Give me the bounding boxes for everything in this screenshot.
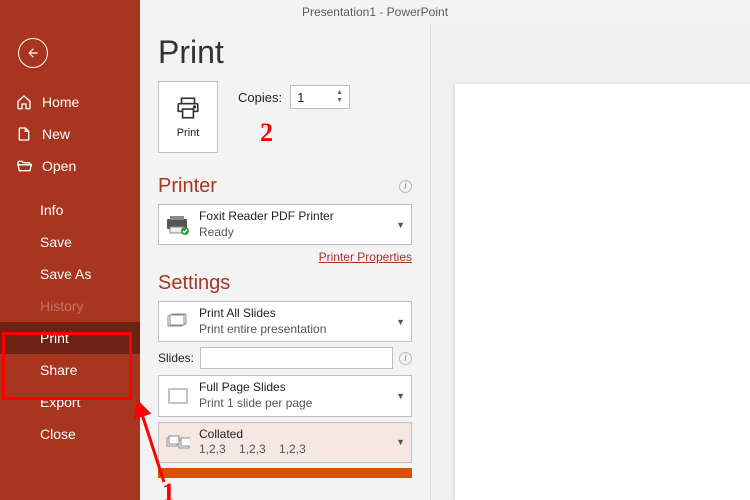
sidebar-label-home: Home [42,94,79,110]
printer-section-title: Printer [158,175,217,198]
printer-icon [173,95,203,121]
printer-status-icon [165,214,191,236]
sidebar-item-print[interactable]: Print [0,322,140,354]
layout-title: Full Page Slides [199,380,388,396]
sidebar-item-new[interactable]: New [0,118,140,150]
print-backstage: Print Print Copies: 1 ▲▼ Printer i [140,0,750,500]
page-heading: Print [158,34,412,71]
layout-selector[interactable]: Full Page Slides Print 1 slide per page … [158,375,412,416]
new-icon [16,126,32,142]
slides-input[interactable] [200,347,393,369]
slides-icon [165,311,191,333]
collate-sub: 1,2,3 1,2,3 1,2,3 [199,442,388,458]
print-range-selector[interactable]: Print All Slides Print entire presentati… [158,301,412,342]
print-button[interactable]: Print [158,81,218,153]
printer-name: Foxit Reader PDF Printer [199,209,388,225]
print-button-label: Print [177,127,200,139]
sidebar-item-save-as[interactable]: Save As [0,258,140,290]
chevron-down-icon: ▼ [396,437,405,447]
slides-label: Slides: [158,351,194,365]
sidebar-item-share[interactable]: Share [0,354,140,386]
printer-properties-link[interactable]: Printer Properties [158,250,412,264]
slides-info-icon[interactable]: i [399,352,412,365]
back-button[interactable] [18,38,48,68]
sidebar-label-open: Open [42,158,76,174]
open-icon [16,158,32,174]
collate-selector[interactable]: Collated 1,2,3 1,2,3 1,2,3 ▼ [158,422,412,463]
window-title: Presentation1 - PowerPoint [0,0,750,24]
sidebar-item-export[interactable]: Export [0,386,140,418]
color-selector-partial[interactable] [158,468,412,478]
sidebar-item-save[interactable]: Save [0,226,140,258]
print-range-sub: Print entire presentation [199,322,388,338]
copies-value: 1 [297,90,304,105]
home-icon [16,94,32,110]
preview-page [455,84,750,500]
chevron-down-icon: ▼ [396,391,405,401]
printer-status: Ready [199,225,388,241]
printer-selector[interactable]: Foxit Reader PDF Printer Ready ▼ [158,204,412,245]
back-arrow-icon [26,46,40,60]
sidebar-item-close[interactable]: Close [0,418,140,450]
print-range-title: Print All Slides [199,306,388,322]
page-icon [165,385,191,407]
copies-label: Copies: [238,90,282,105]
sidebar-label-new: New [42,126,70,142]
settings-section-title: Settings [158,272,412,295]
sidebar-item-history[interactable]: History [0,290,140,322]
sidebar-item-home[interactable]: Home [0,86,140,118]
chevron-down-icon: ▼ [396,220,405,230]
print-preview-area [430,24,750,500]
chevron-down-icon: ▼ [396,317,405,327]
collate-title: Collated [199,427,388,443]
copies-input[interactable]: 1 ▲▼ [290,85,350,109]
collate-icon [165,431,191,453]
sidebar-item-open[interactable]: Open [0,150,140,182]
copies-spinner[interactable]: ▲▼ [336,89,343,105]
layout-sub: Print 1 slide per page [199,396,388,412]
printer-info-icon[interactable]: i [399,180,412,193]
sidebar-item-info[interactable]: Info [0,194,140,226]
backstage-sidebar: Home New Open Info Save Save As History … [0,0,140,500]
